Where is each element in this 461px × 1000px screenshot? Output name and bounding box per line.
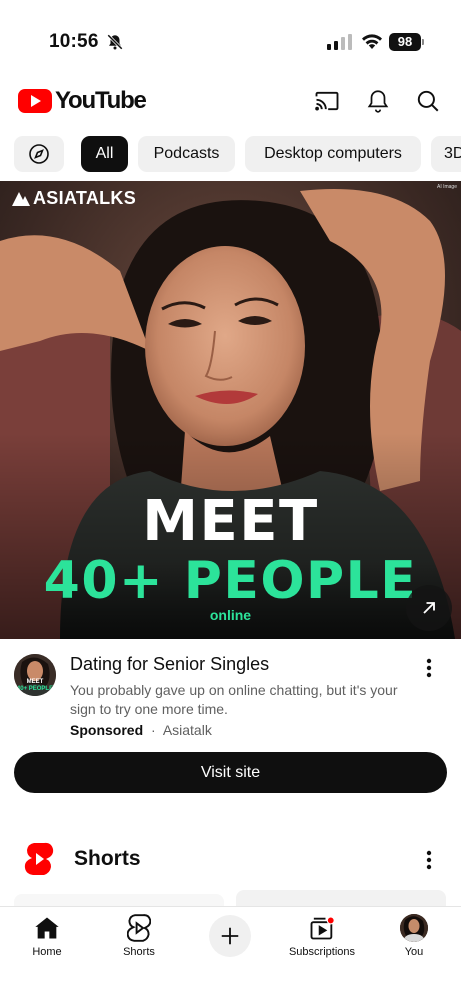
create-button[interactable]	[209, 915, 251, 957]
filter-chips: All Podcasts Desktop computers 3D	[0, 136, 461, 172]
nav-subscriptions-label: Subscriptions	[288, 946, 356, 958]
cast-icon[interactable]	[312, 86, 342, 116]
notifications-icon[interactable]	[363, 86, 393, 116]
nav-home[interactable]: Home	[2, 913, 92, 973]
avatar-text-meet: MEET	[26, 679, 44, 685]
ad-brand-name: ASIATALKS	[33, 188, 137, 208]
subscriptions-icon	[307, 913, 337, 943]
explore-chip[interactable]	[14, 136, 64, 172]
youtube-play-icon	[18, 89, 52, 113]
signal-icon	[327, 34, 352, 50]
compass-icon	[29, 144, 49, 164]
shorts-icon	[124, 913, 154, 943]
nav-shorts[interactable]: Shorts	[94, 913, 184, 973]
ad-meta: Sponsored · Asiatalk	[70, 722, 212, 738]
chip-all[interactable]: All	[81, 136, 128, 172]
bottom-navigation: Home Shorts Subscriptions You	[0, 906, 461, 1000]
ad-headline-online: online	[209, 607, 252, 623]
asiatalks-logo-icon	[12, 191, 30, 206]
avatar-text-people: 40+ PEOPLE	[16, 686, 54, 692]
advertiser-name: Asiatalk	[162, 722, 212, 738]
nav-subscriptions[interactable]: Subscriptions	[277, 913, 367, 973]
ai-image-tag: AI Image	[436, 184, 457, 190]
home-icon	[32, 913, 62, 943]
ad-banner[interactable]: ASIATALKS AI Image MEET 40+ PEOPLE onlin…	[0, 181, 461, 639]
meta-separator: ·	[151, 722, 156, 738]
ad-description: You probably gave up on online chatting,…	[70, 682, 398, 717]
nav-shorts-label: Shorts	[123, 946, 155, 958]
battery-icon: 98	[389, 33, 425, 51]
arrow-up-right-icon	[423, 602, 435, 614]
nav-you-label: You	[404, 946, 424, 958]
ad-brand-logo: ASIATALKS	[12, 188, 136, 209]
chip-desktop-computers[interactable]: Desktop computers	[245, 136, 421, 172]
bell-slash-icon	[107, 34, 123, 50]
user-avatar	[400, 914, 428, 942]
you-avatar-wrap	[399, 913, 429, 943]
ad-headline-people: 40+ PEOPLE	[43, 551, 418, 611]
shorts-logo-icon	[24, 842, 54, 875]
nav-you[interactable]: You	[369, 913, 459, 973]
search-icon[interactable]	[413, 86, 443, 116]
chip-podcasts[interactable]: Podcasts	[138, 136, 235, 172]
shorts-more-options-icon[interactable]	[417, 848, 441, 872]
ad-headline-meet: MEET	[142, 489, 319, 554]
status-bar: 10:56 98	[0, 0, 461, 70]
battery-level: 98	[389, 33, 421, 51]
open-link-button[interactable]	[406, 585, 452, 631]
wifi-icon	[362, 34, 382, 49]
app-header: YouTube	[0, 76, 461, 126]
nav-home-label: Home	[32, 946, 62, 958]
ad-title[interactable]: Dating for Senior Singles	[70, 654, 269, 675]
ad-more-options-icon[interactable]	[417, 656, 441, 680]
chip-3d[interactable]: 3D	[431, 136, 461, 172]
shorts-section-title: Shorts	[74, 847, 141, 870]
visit-site-button[interactable]: Visit site	[14, 752, 447, 793]
plus-icon	[221, 927, 239, 945]
youtube-wordmark: YouTube	[55, 87, 147, 114]
status-time: 10:56	[49, 31, 99, 52]
youtube-logo[interactable]: YouTube	[18, 87, 147, 114]
sponsored-label: Sponsored	[70, 722, 144, 738]
advertiser-avatar[interactable]: MEET 40+ PEOPLE	[14, 654, 56, 696]
